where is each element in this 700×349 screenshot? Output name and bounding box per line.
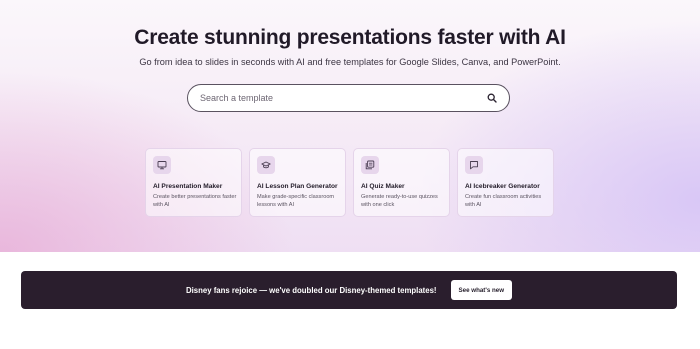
chat-icon	[465, 156, 483, 174]
graduation-cap-icon	[257, 156, 275, 174]
search-input[interactable]: Search a template	[200, 93, 486, 103]
card-description: Make grade-specific classroom lessons wi…	[257, 194, 335, 208]
search-icon[interactable]	[486, 93, 497, 104]
card-title: AI Lesson Plan Generator	[257, 183, 338, 190]
card-ai-presentation-maker[interactable]: AI Presentation Maker Create better pres…	[145, 148, 242, 217]
card-description: Create better presentations faster with …	[153, 194, 237, 208]
see-whats-new-button[interactable]: See what's new	[450, 280, 513, 300]
card-ai-lesson-plan-generator[interactable]: AI Lesson Plan Generator Make grade-spec…	[249, 148, 346, 217]
card-title: AI Icebreaker Generator	[465, 183, 540, 190]
page-title: Create stunning presentations faster wit…	[134, 26, 566, 49]
card-ai-quiz-maker[interactable]: AI Quiz Maker Generate ready-to-use quiz…	[353, 148, 450, 217]
hero-section: Create stunning presentations faster wit…	[0, 0, 700, 252]
card-description: Generate ready-to-use quizzes with one c…	[361, 194, 438, 208]
card-title: AI Quiz Maker	[361, 183, 405, 190]
card-ai-icebreaker-generator[interactable]: AI Icebreaker Generator Create fun class…	[457, 148, 554, 217]
announcement-banner: Disney fans rejoice — we've doubled our …	[21, 271, 677, 309]
quiz-icon	[361, 156, 379, 174]
banner-text: Disney fans rejoice — we've doubled our …	[185, 285, 437, 295]
page-subtitle: Go from idea to slides in seconds with A…	[139, 57, 561, 67]
presentation-icon	[153, 156, 171, 174]
search-bar[interactable]: Search a template	[187, 84, 510, 112]
card-description: Create fun classroom activities with AI	[465, 194, 542, 208]
card-title: AI Presentation Maker	[153, 183, 223, 190]
